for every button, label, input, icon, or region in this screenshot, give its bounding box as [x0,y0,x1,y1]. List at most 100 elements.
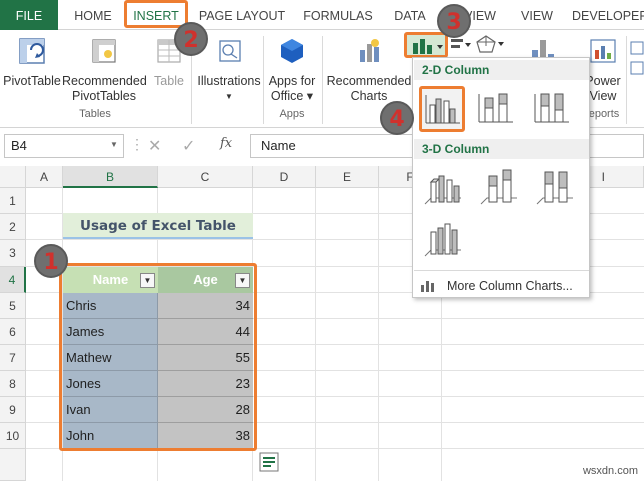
col-header-b[interactable]: B [63,166,158,188]
ribbon-divider [322,36,323,124]
dropdown-divider [414,270,589,271]
chevron-down-icon[interactable]: ▼ [110,140,118,149]
stacked-100-column-icon [534,93,569,123]
recommended-charts-icon [360,39,379,62]
3d-column-option[interactable] [421,218,467,264]
row-header-6[interactable]: 6 [0,319,26,345]
table-cell-name[interactable]: John [63,423,158,449]
3d-stacked-column-icon [480,169,517,205]
step-badge-4: 4 [380,101,414,135]
tab-page-layout[interactable]: PAGE LAYOUT [196,0,288,30]
row-header-3[interactable]: 3 [0,240,26,267]
col-header-e[interactable]: E [316,166,379,188]
filter-dropdown-icon[interactable]: ▼ [140,273,155,288]
stacked-100-column-option[interactable] [531,88,577,134]
tab-insert[interactable]: INSERT [124,0,188,28]
ribbon-divider [626,36,627,124]
col-header-c[interactable]: C [158,166,253,188]
insert-function-icon[interactable]: fx [220,136,232,151]
name-box[interactable]: B4 [4,134,124,158]
ribbon-divider [263,36,264,124]
table-cell-name[interactable]: Chris [63,293,158,319]
row-header-10[interactable]: 10 [0,423,26,449]
3d-stacked-100-column-option[interactable] [533,166,579,212]
more-column-charts-link[interactable]: More Column Charts... [417,276,587,296]
tab-file[interactable]: FILE [0,0,58,30]
row-header-9[interactable]: 9 [0,397,26,423]
tab-developer[interactable]: DEVELOPER [572,0,644,30]
quick-analysis-icon[interactable] [259,452,279,472]
bar-chart-icon[interactable] [450,36,472,54]
row-header-1[interactable]: 1 [0,188,26,214]
recommended-pivottables-button[interactable]: Recommended PivotTables [62,36,147,104]
tables-group-label: Tables [79,108,111,120]
table-cell-name[interactable]: Ivan [63,397,158,423]
clustered-column-icon [425,95,460,124]
gridline [378,188,379,481]
row-header-8[interactable]: 8 [0,371,26,397]
tab-data[interactable]: DATA [386,0,434,30]
apps-for-office-button[interactable]: Apps for Office ▾ [266,36,318,104]
table-cell-age[interactable]: 55 [158,345,253,371]
sheet-title-cell[interactable]: Usage of Excel Table [63,213,253,239]
table-cell-age[interactable]: 28 [158,397,253,423]
table-header-name-label: Name [92,272,129,287]
recommended-pivottables-label-2: PivotTables [72,89,136,103]
clustered-column-option[interactable] [419,86,465,132]
row-header-7[interactable]: 7 [0,345,26,371]
column-chart-button[interactable] [404,32,448,58]
table-cell-age[interactable]: 44 [158,319,253,345]
illustrations-icon [219,40,241,62]
row-header-2[interactable]: 2 [0,214,26,240]
cancel-icon[interactable]: ✕ [148,136,161,156]
pivottable-button[interactable]: PivotTable [2,36,62,89]
3d-clustered-column-icon [424,175,461,205]
chevron-down-icon: ▼ [225,92,233,101]
filter-dropdown-icon[interactable]: ▼ [235,273,250,288]
tab-view[interactable]: VIEW [514,0,560,30]
ribbon-tab-bar: FILE HOME INSERT PAGE LAYOUT FORMULAS DA… [0,0,644,30]
select-all-corner[interactable] [0,166,26,188]
more-options-icon: ⋮ [130,136,144,152]
more-column-charts-label: More Column Charts... [447,279,573,293]
step-badge-2: 2 [174,22,208,56]
sparklines-icon[interactable] [630,40,644,80]
more-charts-icon [421,281,434,292]
table-header-age[interactable]: Age ▼ [158,267,253,293]
step-badge-1: 1 [34,244,68,278]
radar-chart-icon[interactable] [476,34,506,56]
recommended-pivottables-icon [92,39,116,63]
table-cell-age[interactable]: 23 [158,371,253,397]
table-cell-name[interactable]: Jones [63,371,158,397]
recommended-charts-button[interactable]: Recommended Charts [326,36,412,104]
reports-group-label: eports [588,108,620,120]
recommended-pivottables-label-1: Recommended [62,74,147,88]
power-view-icon [590,39,616,63]
col-header-d[interactable]: D [253,166,316,188]
col-header-a[interactable]: A [26,166,63,188]
column-chart-icon [413,39,443,54]
3d-clustered-column-option[interactable] [421,166,467,212]
apps-for-office-label-2: Office ▾ [270,89,314,103]
column-chart-dropdown: 2-D Column 3-D Column More Column Charts… [412,57,590,298]
row-header-blank [0,449,26,481]
section-2d-column: 2-D Column [414,60,589,80]
step-badge-3: 3 [437,4,471,38]
row-header-4[interactable]: 4 [0,267,26,293]
row-header-5[interactable]: 5 [0,293,26,319]
3d-stacked-column-option[interactable] [477,166,523,212]
table-header-name[interactable]: Name ▼ [63,267,158,293]
table-header-age-label: Age [193,272,218,287]
table-cell-age[interactable]: 38 [158,423,253,449]
illustrations-label: Illustrations [197,74,261,88]
pivottable-icon [19,38,45,64]
table-cell-name[interactable]: James [63,319,158,345]
tab-home[interactable]: HOME [66,0,120,30]
3d-stacked-100-column-icon [536,171,573,205]
table-cell-age[interactable]: 34 [158,293,253,319]
table-cell-name[interactable]: Mathew [63,345,158,371]
stacked-column-option[interactable] [475,88,521,134]
gridline [315,188,316,481]
tab-formulas[interactable]: FORMULAS [298,0,378,30]
enter-check-icon[interactable]: ✓ [182,136,195,156]
